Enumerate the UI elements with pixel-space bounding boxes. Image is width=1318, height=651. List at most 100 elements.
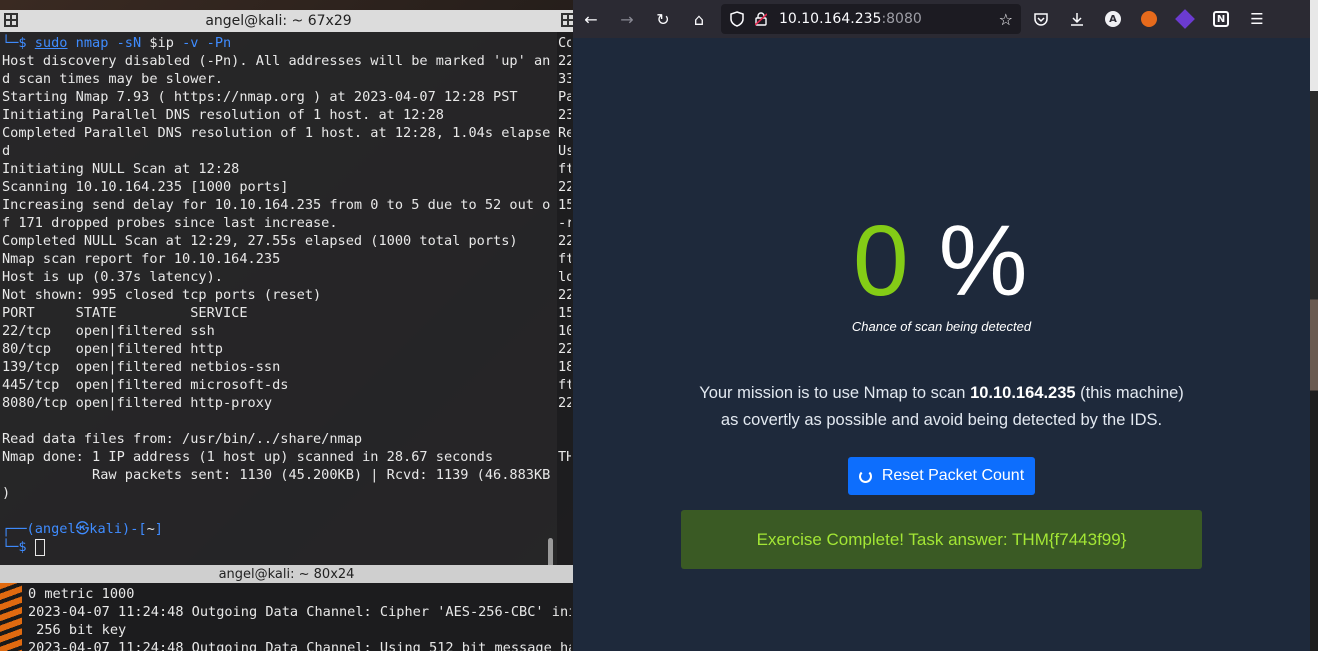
terminal-line: 2023-04-07 11:24:48 Outgoing Data Channe… (28, 604, 571, 620)
terminal-line: 22 (558, 233, 571, 249)
terminal-line: 445/tcp open|filtered microsoft-ds (2, 376, 555, 394)
terminal-line: PORT STATE SERVICE (2, 304, 555, 322)
terminal-line: 22 (558, 179, 571, 195)
wappalyzer-extension-icon[interactable] (1167, 0, 1203, 38)
terminal-line: 80/tcp open|filtered http (2, 340, 555, 358)
menu-hamburger-icon[interactable]: ☰ (1239, 0, 1275, 38)
terminal-text: d (2, 143, 11, 159)
percent-sign: % (938, 205, 1030, 317)
terminal-line: Re (558, 125, 571, 141)
terminal-text: Host is up (0.37s latency). (2, 269, 223, 285)
terminal-title: angel@kali: ~ 67x29 (205, 13, 352, 29)
reload-icon[interactable]: ↻ (645, 0, 681, 38)
terminal-line: Read data files from: /usr/bin/../share/… (2, 430, 555, 448)
detection-caption: Chance of scan being detected (851, 319, 1032, 334)
terminal-line: Starting Nmap 7.93 ( https://nmap.org ) … (2, 88, 555, 106)
terminal-line: Nmap scan report for 10.10.164.235 (2, 250, 555, 268)
terminal-line: 8080/tcp open|filtered http-proxy (2, 394, 555, 412)
terminal-text: $ (18, 35, 35, 51)
terminal-line: ) (2, 484, 555, 502)
terminal-text: $ip (149, 35, 174, 51)
pocket-icon[interactable] (1023, 0, 1059, 38)
terminal-line: 10 (558, 323, 571, 339)
terminal-text: -v -Pn (173, 35, 232, 51)
terminal-line: f 171 dropped probes since last increase… (2, 214, 555, 232)
window-menu-icon[interactable] (4, 13, 18, 27)
home-icon[interactable]: ⌂ (681, 0, 717, 38)
terminal-window-bottom[interactable]: angel@kali: ~ 80x24 0 metric 1000 2023-04… (0, 565, 573, 651)
terminal-text: 8080/tcp open|filtered http-proxy (2, 395, 273, 411)
terminal-output-bottom[interactable]: 0 metric 1000 2023-04-07 11:24:48 Outgoin… (0, 583, 573, 651)
terminal-line (2, 412, 555, 430)
terminal-line: 22 (558, 341, 571, 357)
terminal-line: Us (558, 143, 571, 159)
terminal-line: ┌──(angel㉿kali)-[~] (2, 520, 555, 538)
terminal-line: 33 (558, 71, 571, 87)
detection-percentage: 0% (853, 206, 1030, 316)
terminal-text: Scanning 10.10.164.235 [1000 ports] (2, 179, 289, 195)
terminal-titlebar-bottom[interactable]: angel@kali: ~ 80x24 (0, 565, 573, 583)
terminal-text: 80/tcp open|filtered http (2, 341, 223, 357)
terminal-line: Raw packets sent: 1130 (45.200KB) | Rcvd… (2, 466, 555, 484)
back-icon[interactable]: ← (573, 0, 609, 38)
terminal-text: Nmap scan report for 10.10.164.235 (2, 251, 281, 267)
terminal-window-main[interactable]: angel@kali: ~ 67x29 └─$ sudo nmap -sN $i… (0, 10, 557, 575)
terminal-line: lo (558, 269, 571, 285)
browser-window[interactable]: ← → ↻ ⌂ 10.10.164.235:8080 ☆ A N ☰ 0% C… (573, 0, 1310, 651)
wallpaper-strip (0, 583, 22, 651)
terminal-cursor (34, 538, 45, 556)
terminal-line: 15 (558, 197, 571, 213)
terminal-line: Initiating NULL Scan at 12:28 (2, 160, 555, 178)
account-extension-icon[interactable]: A (1095, 0, 1131, 38)
terminal-line: 18 (558, 359, 571, 375)
terminal-line: └─$ sudo nmap -sN $ip -v -Pn (2, 34, 555, 52)
percent-value: 0 (853, 205, 911, 317)
forward-icon[interactable]: → (609, 0, 645, 38)
shield-icon[interactable] (729, 11, 745, 27)
terminal-text: )-[ (122, 521, 147, 537)
window-menu-icon[interactable] (561, 13, 573, 27)
terminal-line: ft (558, 161, 571, 177)
terminal-line: 256 bit key (28, 622, 127, 638)
terminal-output-secondary[interactable]: Co 22 33 Pa 23 Re Us ft 22 15 -r 22 ft lo 22 15 10 22 18 ft… (557, 32, 573, 466)
terminal-line: 22 (558, 395, 571, 411)
terminal-line: └─$ (2, 538, 555, 556)
terminal-titlebar-secondary[interactable] (557, 10, 573, 32)
page-content: 0% Chance of scan being detected Your mi… (573, 38, 1310, 651)
terminal-output[interactable]: └─$ sudo nmap -sN $ip -v -Pn Host discove… (0, 32, 557, 556)
terminal-text: Host discovery disabled (-Pn). All addre… (2, 53, 551, 69)
terminal-line: 2023-04-07 11:24:48 Outgoing Data Channe… (28, 640, 571, 651)
url-port: :8080 (881, 11, 922, 27)
bookmark-star-icon[interactable]: ☆ (999, 10, 1013, 29)
terminal-line: Co (558, 35, 571, 51)
terminal-line: Completed NULL Scan at 12:29, 27.55s ela… (2, 232, 555, 250)
terminal-line (2, 502, 555, 520)
terminal-text: Starting Nmap 7.93 ( https://nmap.org ) … (2, 89, 518, 105)
terminal-line: 23 (558, 107, 571, 123)
downloads-icon[interactable] (1059, 0, 1095, 38)
exercise-complete-alert: Exercise Complete! Task answer: THM{f744… (681, 510, 1202, 569)
foxyproxy-extension-icon[interactable] (1131, 0, 1167, 38)
terminal-text: Read data files from: /usr/bin/../share/… (2, 431, 363, 447)
browser-toolbar: ← → ↻ ⌂ 10.10.164.235:8080 ☆ A N ☰ (573, 0, 1310, 38)
mission-ip: 10.10.164.235 (970, 384, 1076, 402)
url-bar[interactable]: 10.10.164.235:8080 ☆ (721, 4, 1021, 34)
terminal-window-secondary[interactable]: Co 22 33 Pa 23 Re Us ft 22 15 -r 22 ft lo 22 15 10 22 18 ft… (557, 10, 573, 575)
terminal-line: TH (558, 449, 571, 465)
mission-prefix: Your mission is to use Nmap to scan (699, 384, 971, 402)
terminal-titlebar[interactable]: angel@kali: ~ 67x29 (0, 10, 557, 32)
terminal-text: 22/tcp open|filtered ssh (2, 323, 215, 339)
terminal-line: Pa (558, 89, 571, 105)
reset-packet-count-button[interactable]: Reset Packet Count (848, 457, 1035, 495)
terminal-text: ) (2, 485, 11, 501)
complete-message: Exercise Complete! Task answer: THM{f744… (756, 529, 1127, 549)
notion-extension-icon[interactable]: N (1203, 0, 1239, 38)
terminal-text: Completed Parallel DNS resolution of 1 h… (2, 125, 551, 141)
terminal-line: d scan times may be slower. (2, 70, 555, 88)
terminal-text: Raw packets sent: 1130 (45.200KB) | Rcvd… (2, 467, 551, 483)
terminal-line: Scanning 10.10.164.235 [1000 ports] (2, 178, 555, 196)
insecure-lock-icon[interactable] (755, 12, 767, 26)
